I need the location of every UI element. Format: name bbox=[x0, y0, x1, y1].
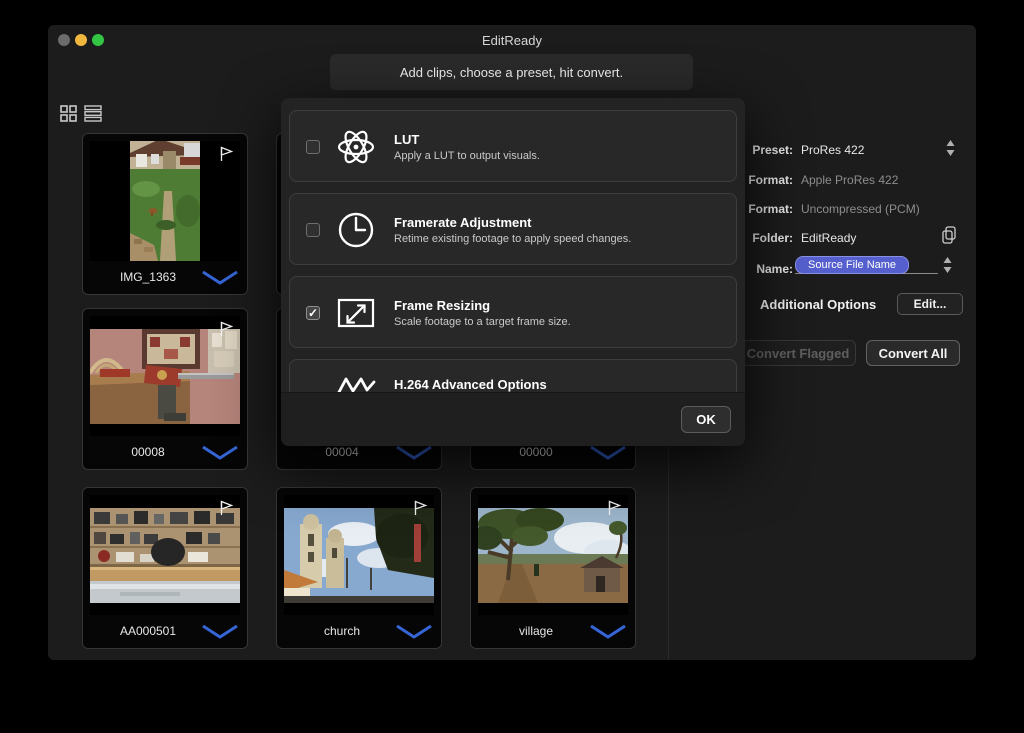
option-subtitle: Retime existing footage to apply speed c… bbox=[394, 233, 631, 245]
option-row-frame-resizing[interactable]: ✓ Frame Resizing Scale footage to a targ… bbox=[289, 276, 737, 348]
preset-value[interactable]: ProRes 422 bbox=[801, 143, 864, 157]
app-window: EditReady Add clips, choose a preset, hi… bbox=[48, 25, 976, 660]
atom-icon bbox=[334, 125, 378, 169]
option-title: H.264 Advanced Options bbox=[394, 377, 547, 392]
clip-thumbnail bbox=[90, 141, 240, 261]
preset-stepper-icon[interactable] bbox=[946, 139, 955, 162]
chevron-down-icon[interactable] bbox=[395, 445, 433, 461]
hint-banner: Add clips, choose a preset, hit convert. bbox=[330, 54, 693, 90]
flag-icon[interactable] bbox=[604, 498, 624, 518]
folder-value: EditReady bbox=[801, 231, 856, 245]
clip-thumbnail bbox=[90, 495, 240, 615]
clip-card[interactable]: AA000501 bbox=[82, 487, 248, 649]
option-title: Framerate Adjustment bbox=[394, 215, 532, 230]
flag-icon[interactable] bbox=[216, 319, 236, 339]
framerate-checkbox[interactable] bbox=[306, 223, 320, 237]
edit-button[interactable]: Edit... bbox=[897, 293, 963, 315]
clip-thumbnail bbox=[90, 316, 240, 436]
flag-icon[interactable] bbox=[410, 498, 430, 518]
list-view-icon[interactable] bbox=[84, 105, 103, 122]
clip-name: church bbox=[295, 624, 389, 638]
copy-icon[interactable] bbox=[941, 226, 957, 249]
clip-name: AA000501 bbox=[101, 624, 195, 638]
flag-icon[interactable] bbox=[216, 144, 236, 164]
chevron-down-icon[interactable] bbox=[589, 445, 627, 461]
chevron-down-icon[interactable] bbox=[201, 270, 239, 286]
screen: EditReady Add clips, choose a preset, hi… bbox=[0, 0, 1024, 733]
chevron-down-icon[interactable] bbox=[589, 624, 627, 640]
hint-banner-text: Add clips, choose a preset, hit convert. bbox=[400, 65, 623, 80]
clip-card[interactable]: church bbox=[276, 487, 442, 649]
grid-view-icon[interactable] bbox=[60, 105, 77, 122]
clip-name: 00008 bbox=[101, 445, 195, 459]
option-title: LUT bbox=[394, 132, 419, 147]
option-row-lut[interactable]: LUT Apply a LUT to output visuals. bbox=[289, 110, 737, 182]
clip-name-bar: IMG_1363 bbox=[83, 264, 247, 292]
ok-button[interactable]: OK bbox=[681, 406, 731, 433]
flag-icon[interactable] bbox=[216, 498, 236, 518]
audio-format-value: Uncompressed (PCM) bbox=[801, 202, 920, 216]
clip-name: village bbox=[489, 624, 583, 638]
clip-name: 00004 bbox=[295, 445, 389, 459]
clip-card[interactable]: IMG_1363 bbox=[82, 133, 248, 295]
additional-options-label: Additional Options bbox=[760, 297, 876, 312]
window-title: EditReady bbox=[48, 33, 976, 48]
option-subtitle: Apply a LUT to output visuals. bbox=[394, 150, 540, 162]
convert-all-button[interactable]: Convert All bbox=[866, 340, 960, 366]
clip-card[interactable]: village bbox=[470, 487, 636, 649]
video-format-value: Apple ProRes 422 bbox=[801, 173, 898, 187]
clip-card[interactable]: 00008 bbox=[82, 308, 248, 470]
frame-resizing-checkbox[interactable]: ✓ bbox=[306, 306, 320, 320]
option-title: Frame Resizing bbox=[394, 298, 490, 313]
clip-thumbnail bbox=[478, 495, 628, 615]
clock-icon bbox=[334, 208, 378, 252]
name-stepper-icon[interactable] bbox=[943, 256, 952, 279]
lut-checkbox[interactable] bbox=[306, 140, 320, 154]
convert-flagged-button: Convert Flagged bbox=[740, 340, 856, 366]
chevron-down-icon[interactable] bbox=[395, 624, 433, 640]
output-options-dialog: LUT Apply a LUT to output visuals. Frame… bbox=[281, 98, 745, 446]
option-subtitle: Scale footage to a target frame size. bbox=[394, 316, 571, 328]
option-row-framerate[interactable]: Framerate Adjustment Retime existing foo… bbox=[289, 193, 737, 265]
chevron-down-icon[interactable] bbox=[201, 624, 239, 640]
clip-thumbnail bbox=[284, 495, 434, 615]
clip-name: 00000 bbox=[489, 445, 583, 459]
name-token[interactable]: Source File Name bbox=[795, 256, 909, 274]
dialog-footer: OK bbox=[281, 392, 745, 446]
clip-name: IMG_1363 bbox=[101, 270, 195, 284]
chevron-down-icon[interactable] bbox=[201, 445, 239, 461]
resize-icon bbox=[334, 291, 378, 335]
